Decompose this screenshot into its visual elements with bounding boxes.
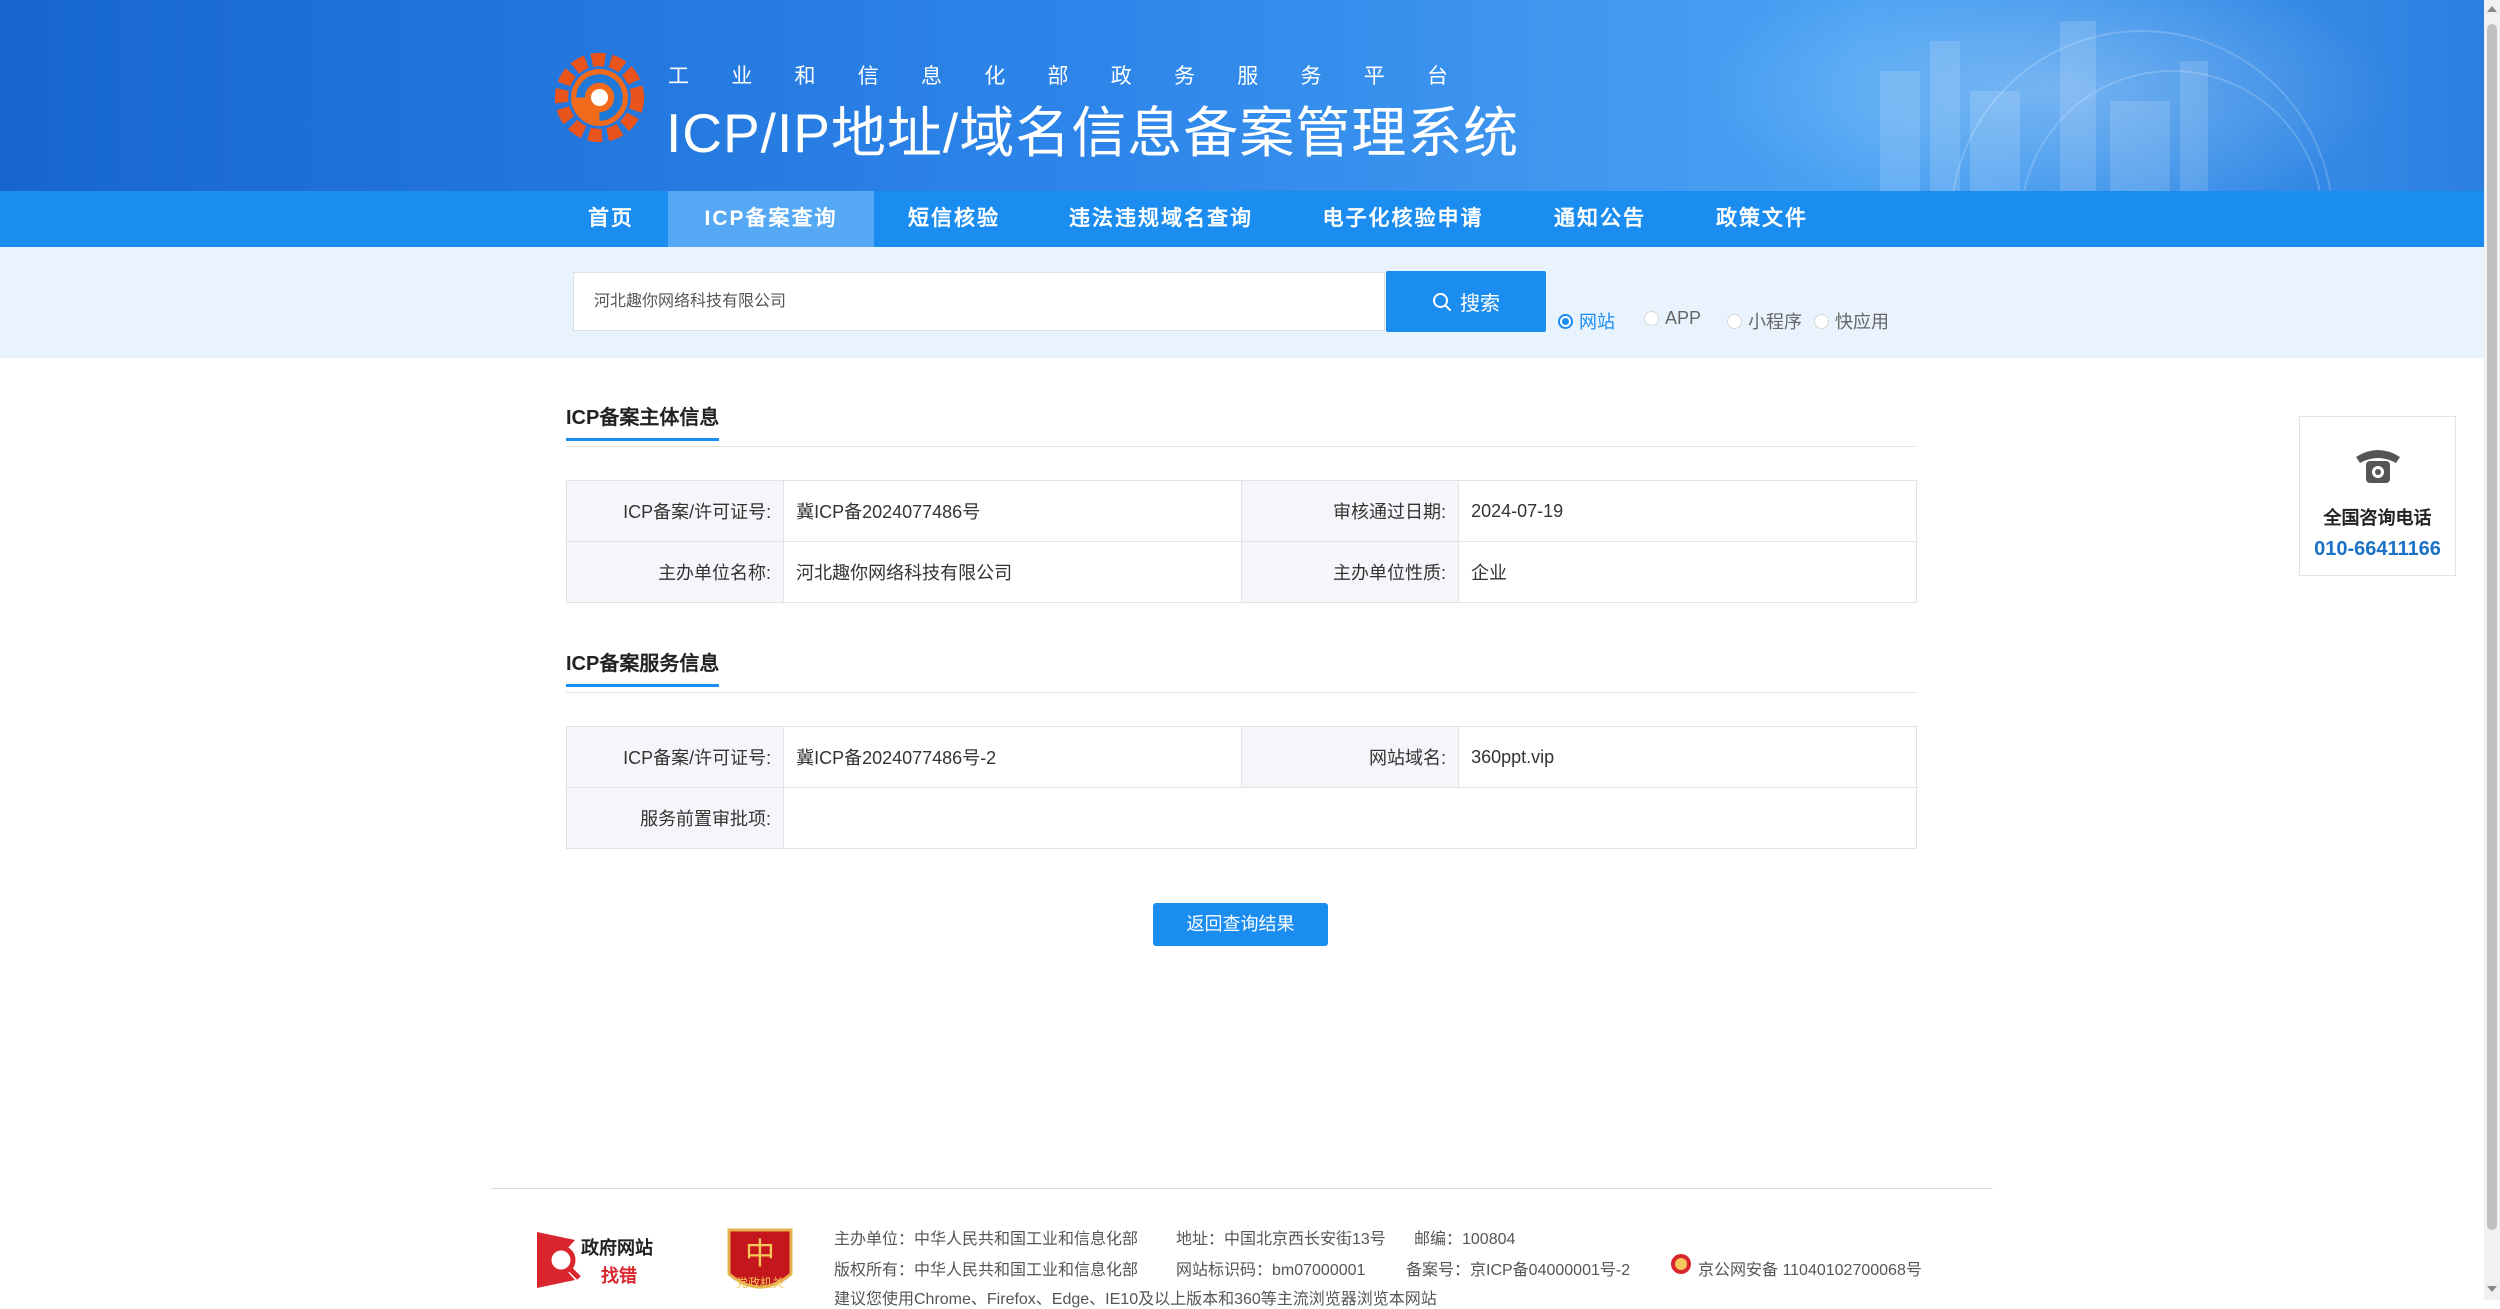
header-decor-building [2060, 21, 2096, 191]
org-name-label: 主办单位名称: [565, 541, 785, 603]
nav-item-policies[interactable]: 政策文件 [1697, 191, 1827, 247]
sub-title-char: 信 [857, 65, 879, 88]
footer-copyright: 版权所有：中华人民共和国工业和信息化部 [834, 1262, 1139, 1279]
org-name-value: 河北趣你网络科技有限公司 [783, 541, 1242, 603]
header-decor-building [2110, 101, 2170, 191]
pre-approval-label: 服务前置审批项: [565, 787, 785, 849]
radio-dot [1727, 313, 1742, 329]
party-gov-badge[interactable]: 中 党政机关 [725, 1226, 795, 1305]
police-emblem-icon [1671, 1254, 1691, 1274]
sub-title-char: 政 [1110, 65, 1132, 88]
header-decor-building [1880, 71, 1920, 191]
contact-number[interactable]: 010-66411166 [2300, 538, 2455, 561]
org-nature-label: 主办单位性质: [1240, 541, 1460, 603]
footer-sponsor: 主办单位：中华人民共和国工业和信息化部 [834, 1231, 1139, 1248]
radio-label: APP [1665, 308, 1702, 328]
scroll-up-arrow-icon[interactable] [2487, 6, 2497, 12]
table-row: 服务前置审批项: [565, 787, 1917, 849]
domain-label: 网站域名: [1240, 726, 1460, 788]
site-title: ICP/IP地址/域名信息备案管理系统 [666, 102, 1520, 164]
sub-title-char: 服 [1237, 65, 1259, 88]
service-section-title: ICP备案服务信息 [566, 647, 720, 687]
contact-title: 全国咨询电话 [2323, 508, 2432, 528]
table-row: ICP备案/许可证号: 冀ICP备2024077486号 审核通过日期: 202… [565, 480, 1917, 542]
section-divider [566, 692, 1916, 693]
gov-logo-text: 政府网站 [581, 1238, 653, 1258]
radio-app[interactable]: APP [1644, 308, 1701, 329]
phone-icon [2355, 450, 2400, 483]
svg-text:中: 中 [745, 1237, 775, 1272]
scroll-down-arrow-icon[interactable] [2487, 1286, 2497, 1292]
radio-label: 网站 [1579, 312, 1615, 332]
radio-dot [1814, 313, 1829, 329]
header-decor-building [1930, 41, 1960, 191]
sub-title-char: 务 [1300, 65, 1322, 88]
sub-title-char: 部 [1047, 65, 1069, 88]
nav-item-illegal-domain[interactable]: 违法违规域名查询 [1050, 191, 1272, 247]
search-icon [1433, 292, 1451, 311]
header-decor-building [1970, 91, 2020, 191]
sub-title-char: 息 [921, 65, 942, 88]
service-info-table: ICP备案/许可证号: 冀ICP备2024077486号-2 网站域名: 360… [565, 726, 1917, 849]
section-divider [566, 446, 1916, 447]
radio-label: 小程序 [1748, 312, 1802, 332]
footer-site-id: 网站标识码：bm07000001 [1176, 1262, 1366, 1279]
nav-item-notices[interactable]: 通知公告 [1535, 191, 1665, 247]
search-button-label: 搜索 [1460, 293, 1500, 315]
service-license-label: ICP备案/许可证号: [565, 726, 785, 788]
miit-logo-icon [554, 52, 645, 143]
sub-title-char: 工 [668, 65, 689, 88]
header-decor-building [2180, 61, 2208, 191]
entity-info-table: ICP备案/许可证号: 冀ICP备2024077486号 审核通过日期: 202… [565, 480, 1917, 603]
search-button[interactable]: 搜索 [1386, 271, 1546, 332]
org-nature-value: 企业 [1458, 541, 1917, 603]
nav-item-home[interactable]: 首页 [556, 191, 666, 247]
sub-title-char: 业 [731, 65, 753, 88]
approval-date-label: 审核通过日期: [1240, 480, 1460, 542]
radio-dot [1644, 311, 1659, 326]
footer-address: 地址：中国北京西长安街13号 [1176, 1231, 1386, 1248]
footer-browser-note: 建议您使用Chrome、Firefox、Edge、IE10及以上版本和360等主… [834, 1291, 1437, 1308]
radio-quick-app[interactable]: 快应用 [1814, 308, 1889, 334]
nav-item-sms-verify[interactable]: 短信核验 [884, 191, 1024, 247]
sub-title-char: 台 [1427, 65, 1448, 88]
sub-title-char: 平 [1363, 65, 1385, 88]
header-sub-title: 工 业 和 信 息 化 部 政 务 服 务 平 台 [668, 60, 1448, 90]
search-input[interactable]: 河北趣你网络科技有限公司 [573, 272, 1385, 331]
entity-section-title: ICP备案主体信息 [566, 401, 720, 441]
badge-text: 党政机关 [735, 1276, 784, 1290]
service-license-value: 冀ICP备2024077486号-2 [783, 726, 1242, 788]
radio-label: 快应用 [1835, 312, 1889, 332]
license-value: 冀ICP备2024077486号 [783, 480, 1242, 542]
contact-box: 全国咨询电话 010-66411166 [2299, 416, 2456, 576]
radio-mini-program[interactable]: 小程序 [1727, 308, 1802, 334]
nav-item-e-verify[interactable]: 电子化核验申请 [1300, 191, 1506, 247]
site-header: 工 业 和 信 息 化 部 政 务 服 务 平 台 ICP/IP地址/域名信息备… [0, 0, 2484, 191]
page-scrollbar[interactable] [2484, 0, 2500, 1300]
sub-title-char: 和 [794, 65, 816, 88]
footer-postcode: 邮编：100804 [1414, 1231, 1516, 1248]
footer-record[interactable]: 备案号：京ICP备04000001号-2 [1406, 1256, 1630, 1280]
table-row: 主办单位名称: 河北趣你网络科技有限公司 主办单位性质: 企业 [565, 541, 1917, 603]
sub-title-char: 化 [984, 65, 1006, 88]
footer-police-record[interactable]: 京公网安备 11040102700068号 [1698, 1256, 1922, 1280]
pre-approval-value [783, 787, 1917, 849]
domain-value: 360ppt.vip [1458, 726, 1917, 788]
license-label: ICP备案/许可证号: [565, 480, 785, 542]
gov-site-error-logo[interactable]: 政府网站 找错 [535, 1230, 665, 1295]
nav-item-icp-query[interactable]: ICP备案查询 [668, 191, 874, 247]
gov-logo-subtext: 找错 [601, 1266, 637, 1286]
radio-dot [1558, 313, 1573, 329]
radio-website[interactable]: 网站 [1558, 308, 1615, 334]
approval-date-value: 2024-07-19 [1458, 480, 1917, 542]
footer-divider [491, 1188, 1993, 1189]
sub-title-char: 务 [1174, 65, 1195, 88]
table-row: ICP备案/许可证号: 冀ICP备2024077486号-2 网站域名: 360… [565, 726, 1917, 788]
back-to-results-button[interactable]: 返回查询结果 [1153, 903, 1328, 946]
scrollbar-thumb[interactable] [2487, 24, 2497, 1230]
main-nav: 首页 ICP备案查询 短信核验 违法违规域名查询 电子化核验申请 通知公告 政策… [0, 191, 2484, 247]
